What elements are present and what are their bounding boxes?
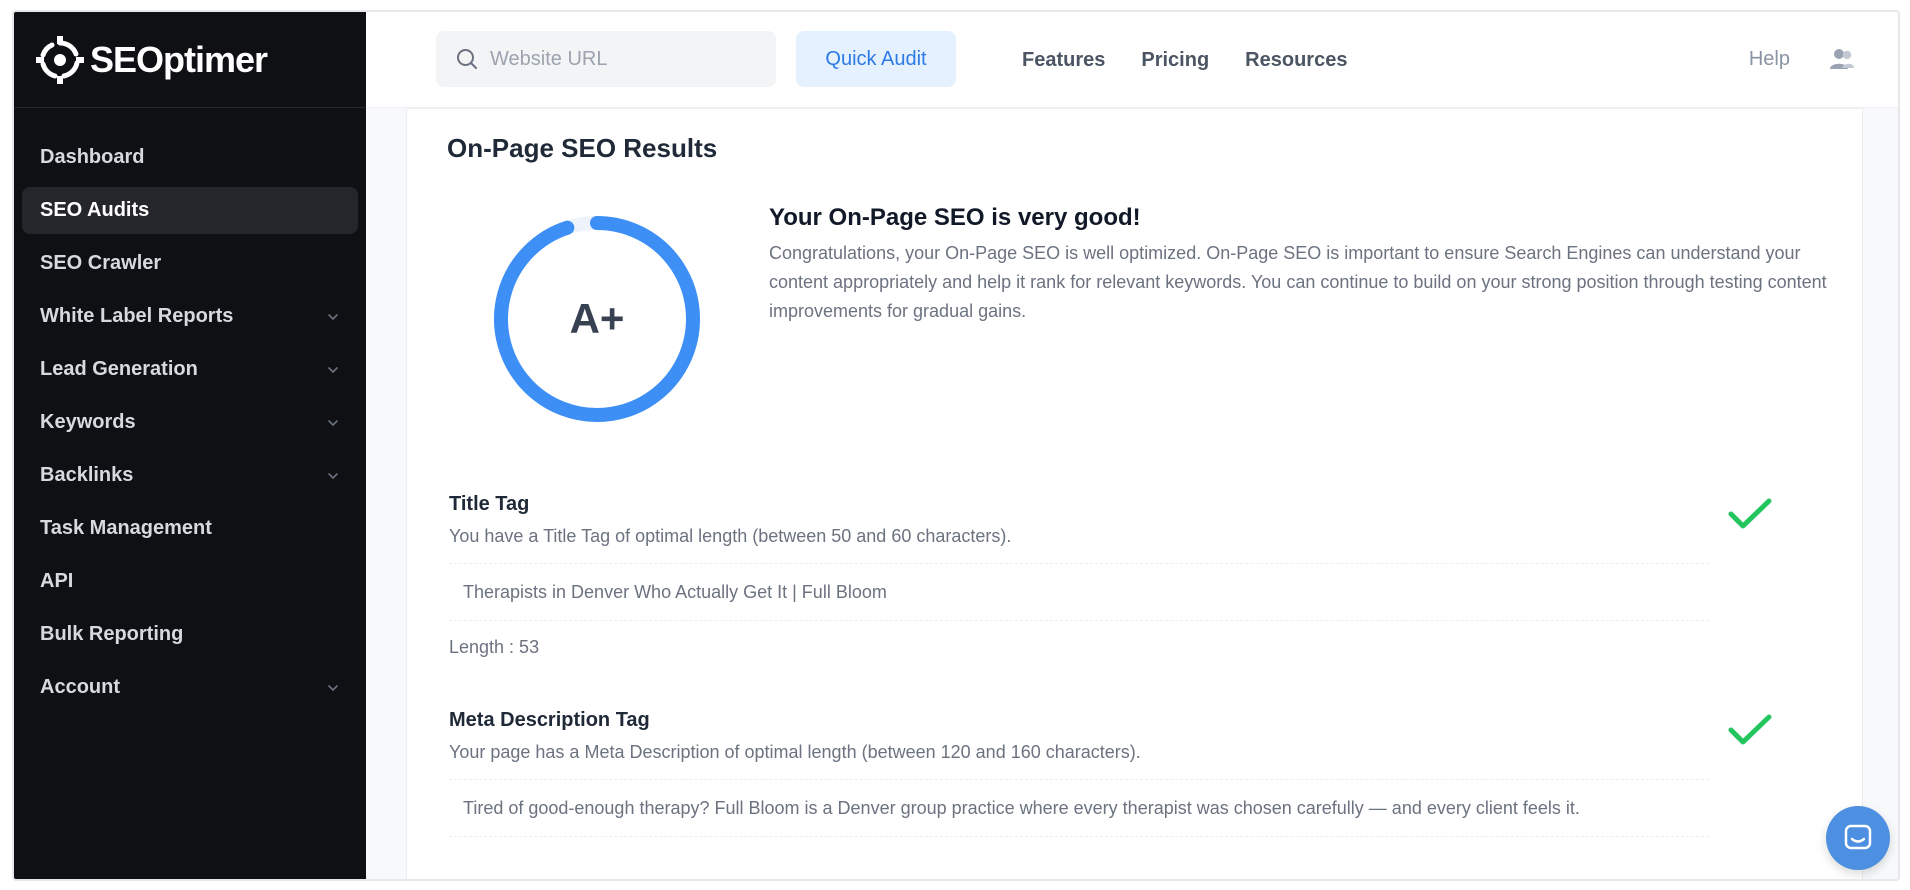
website-url-input[interactable] (490, 47, 750, 71)
check-icon (1728, 498, 1772, 529)
sidebar-item-task-management[interactable]: Task Management (22, 505, 358, 552)
top-nav: Features Pricing Resources (1022, 12, 1347, 108)
sidebar-item-label: SEO Audits (40, 199, 150, 221)
search-icon (457, 49, 477, 69)
sidebar-item-label: Account (40, 676, 120, 698)
nav-resources[interactable]: Resources (1245, 49, 1347, 72)
sidebar-item-label: SEO Crawler (40, 252, 162, 274)
chevron-down-icon (328, 684, 338, 691)
top-bar: Quick Audit Features Pricing Resources H… (366, 12, 1898, 108)
brand[interactable]: SEOptimer (14, 12, 366, 108)
seoptimer-gear-logo-icon (36, 35, 84, 84)
summary-text: Congratulations, your On-Page SEO is wel… (769, 243, 1827, 321)
sidebar-item-keywords[interactable]: Keywords (22, 399, 358, 446)
grade-label: A+ (569, 295, 625, 342)
sidebar-item-label: Bulk Reporting (40, 623, 184, 645)
sidebar-item-label: API (40, 570, 74, 592)
sidebar-item-label: Keywords (40, 411, 136, 433)
chevron-down-icon (328, 419, 338, 426)
check-description: Your page has a Meta Description of opti… (449, 742, 1141, 762)
check-value: Therapists in Denver Who Actually Get It… (449, 563, 1709, 621)
help-link[interactable]: Help (1749, 48, 1790, 71)
sidebar-item-white-label-reports[interactable]: White Label Reports (22, 293, 358, 340)
sidebar-item-lead-generation[interactable]: Lead Generation (22, 346, 358, 393)
check-value: Tired of good-enough therapy? Full Bloom… (449, 779, 1709, 837)
check-title-tag: Title Tag You have a Title Tag of optima… (449, 493, 1709, 658)
search-box[interactable] (436, 31, 776, 87)
nav-pricing[interactable]: Pricing (1141, 49, 1209, 72)
check-description: You have a Title Tag of optimal length (… (449, 526, 1012, 546)
chat-icon (1844, 824, 1872, 850)
sidebar-item-api[interactable]: API (22, 558, 358, 605)
nav-features[interactable]: Features (1022, 49, 1105, 72)
app-frame: SEOptimer Dashboard SEO Audits SEO Crawler… (12, 10, 1900, 881)
sidebar-item-dashboard[interactable]: Dashboard (22, 134, 358, 181)
sidebar-item-seo-audits[interactable]: SEO Audits (22, 187, 358, 234)
sidebar-item-label: Lead Generation (40, 358, 198, 380)
on-page-seo-card: On-Page SEO Results A+ Your On-Page SEO … (406, 108, 1863, 879)
sidebar: SEOptimer Dashboard SEO Audits SEO Crawler… (14, 12, 366, 879)
sidebar-item-bulk-reporting[interactable]: Bulk Reporting (22, 611, 358, 658)
check-title: Title Tag (449, 493, 530, 515)
check-meta-description: Meta Description Tag Your page has a Met… (449, 709, 1709, 837)
sidebar-item-label: Task Management (40, 517, 212, 539)
sidebar-item-label: White Label Reports (40, 305, 234, 327)
brand-name: SEOptimer (90, 38, 268, 80)
chevron-down-icon (328, 313, 338, 320)
sidebar-item-backlinks[interactable]: Backlinks (22, 452, 358, 499)
quick-audit-button[interactable]: Quick Audit (796, 31, 956, 87)
check-length: Length : 53 (449, 637, 540, 657)
chat-launcher-button[interactable] (1826, 806, 1890, 870)
sidebar-item-label: Backlinks (40, 464, 134, 486)
sidebar-item-seo-crawler[interactable]: SEO Crawler (22, 240, 358, 287)
section-title: On-Page SEO Results (447, 133, 718, 163)
chevron-down-icon (328, 366, 338, 373)
sidebar-item-account[interactable]: Account (22, 664, 358, 711)
user-group-icon[interactable] (1828, 45, 1856, 73)
sidebar-item-label: Dashboard (40, 146, 145, 168)
summary-title: Your On-Page SEO is very good! (769, 204, 1141, 231)
check-title: Meta Description Tag (449, 709, 650, 731)
check-icon (1728, 714, 1772, 745)
sidebar-nav: Dashboard SEO Audits SEO Crawler White Labe… (14, 108, 366, 711)
chevron-down-icon (328, 472, 338, 479)
